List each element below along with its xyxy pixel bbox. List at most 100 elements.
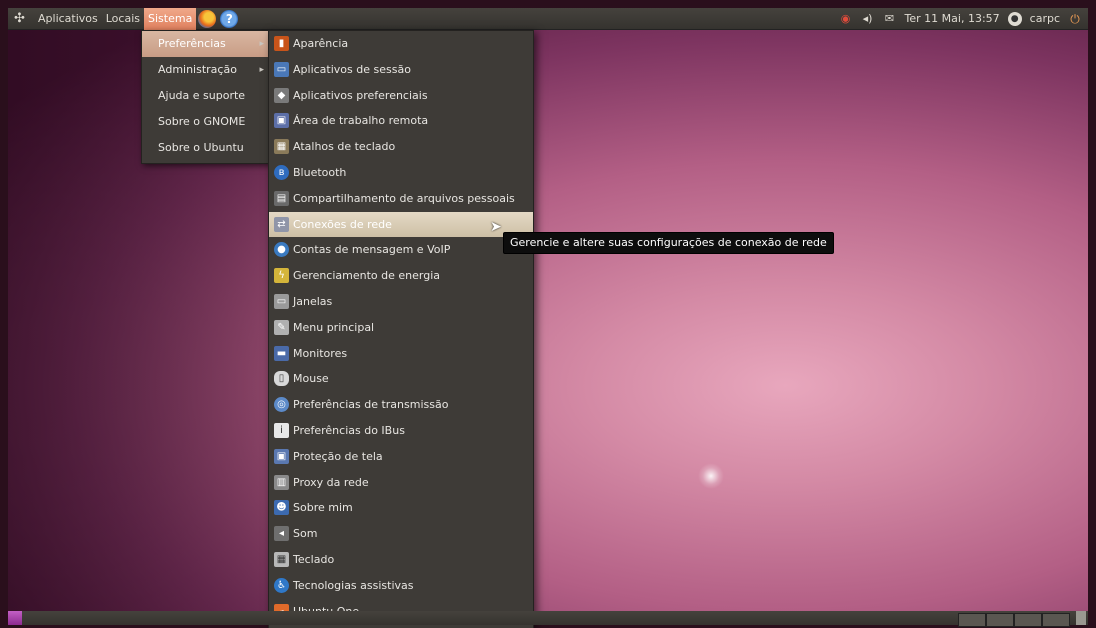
proxy-icon: ▥: [274, 474, 289, 490]
submenu-arrow-icon: ▸: [259, 39, 264, 49]
pref-item-contas-mensagem[interactable]: ● Contas de mensagem e VoIP: [269, 237, 533, 263]
mouse-pointer-icon: ➤: [490, 219, 502, 235]
preferred-apps-icon: ◆: [274, 87, 289, 103]
pref-item-som[interactable]: ◂ Som: [269, 521, 533, 547]
desktop-glow: [698, 463, 724, 489]
pref-item-bluetooth[interactable]: ʙ Bluetooth: [269, 160, 533, 186]
pref-item-sobre-mim[interactable]: ☻ Sobre mim: [269, 495, 533, 521]
messaging-icon: ●: [274, 242, 289, 258]
pref-item-label: Aparência: [293, 37, 349, 50]
clock[interactable]: Ter 11 Mai, 13:57: [905, 12, 1000, 25]
pref-item-label: Bluetooth: [293, 165, 347, 179]
pref-item-mouse[interactable]: ▯ Mouse: [269, 366, 533, 392]
menu-item-ajuda[interactable]: Ajuda e suporte: [142, 83, 270, 109]
menu-locais[interactable]: Locais: [102, 8, 144, 30]
accessibility-icon: ♿: [274, 577, 289, 593]
keyboard-shortcuts-icon: ▦: [274, 139, 289, 155]
firefox-icon[interactable]: [198, 9, 217, 28]
pref-item-teclado[interactable]: ▦ Teclado: [269, 547, 533, 573]
main-menu-icon: ✎: [274, 319, 289, 335]
pref-item-label: Janelas: [293, 294, 333, 308]
ubuntu-logo-icon: ✣: [14, 10, 25, 26]
session-icon: ▭: [274, 61, 289, 77]
pref-item-label: Proteção de tela: [293, 449, 383, 463]
menu-item-preferencias[interactable]: Preferências ▸: [142, 31, 270, 57]
menu-item-label: Administração: [158, 63, 237, 76]
pref-item-label: Proxy da rede: [293, 475, 369, 489]
menu-item-label: Sobre o Ubuntu: [158, 141, 244, 154]
transmission-icon: ◎: [274, 397, 289, 413]
menu-item-administracao[interactable]: Administração ▸: [142, 57, 270, 83]
keyboard-icon: ▦: [274, 551, 289, 567]
pref-item-label: Sobre mim: [293, 501, 353, 515]
bottom-panel: [8, 611, 1088, 627]
trash-icon[interactable]: [1076, 611, 1086, 625]
panel-left: ✣ Aplicativos Locais Sistema ?: [8, 7, 240, 30]
volume-icon[interactable]: ◂): [861, 12, 875, 26]
pref-item-label: Menu principal: [293, 320, 375, 334]
top-panel: ✣ Aplicativos Locais Sistema ? ◉ ◂) ✉ Te…: [8, 7, 1088, 30]
power-icon[interactable]: ⏻: [1068, 12, 1082, 26]
monitors-icon: ▬: [274, 345, 289, 361]
show-desktop-icon[interactable]: [8, 611, 22, 625]
pref-item-label: Mouse: [293, 372, 329, 386]
pref-item-janelas[interactable]: ▭ Janelas: [269, 289, 533, 315]
pref-item-label: Compartilhamento de arquivos pessoais: [293, 191, 515, 205]
about-me-icon: ☻: [274, 500, 289, 516]
remote-desktop-icon: ▣: [274, 113, 289, 129]
windows-icon: ▭: [274, 293, 289, 309]
network-icon[interactable]: ◉: [839, 12, 853, 26]
appearance-icon: ▮: [274, 36, 289, 51]
network-connections-icon: ⇄: [274, 216, 289, 232]
pref-item-proxy[interactable]: ▥ Proxy da rede: [269, 470, 533, 496]
submenu-arrow-icon: ▸: [259, 65, 264, 75]
pref-item-label: Gerenciamento de energia: [293, 269, 441, 283]
menu-item-sobre-gnome[interactable]: Sobre o GNOME: [142, 109, 270, 135]
tooltip: Gerencie e altere suas configurações de …: [503, 232, 834, 254]
pref-item-protecao-tela[interactable]: ▣ Proteção de tela: [269, 444, 533, 470]
menu-item-label: Preferências: [158, 37, 226, 50]
pref-item-label: Tecnologias assistivas: [293, 578, 414, 592]
sistema-menu: Preferências ▸ Administração ▸ Ajuda e s…: [141, 30, 271, 164]
pref-item-label: Área de trabalho remota: [293, 114, 429, 128]
mail-icon[interactable]: ✉: [883, 12, 897, 26]
user-icon[interactable]: ●: [1007, 11, 1022, 26]
pref-item-label: Aplicativos preferenciais: [293, 88, 428, 102]
pref-item-label: Teclado: [293, 552, 335, 566]
menu-sistema[interactable]: Sistema: [144, 7, 197, 30]
power-management-icon: ϟ: [274, 268, 289, 284]
panel-right: ◉ ◂) ✉ Ter 11 Mai, 13:57 ● carpc ⏻: [839, 8, 1088, 30]
mouse-icon: ▯: [274, 371, 289, 387]
file-sharing-icon: ▤: [274, 190, 289, 206]
sound-icon: ◂: [274, 526, 289, 542]
pref-item-transmissao[interactable]: ◎ Preferências de transmissão: [269, 392, 533, 418]
pref-item-label: Contas de mensagem e VoIP: [293, 243, 451, 257]
preferences-submenu: ▮ Aparência ▭ Aplicativos de sessão ◆ Aplic…: [268, 30, 534, 628]
menu-item-sobre-ubuntu[interactable]: Sobre o Ubuntu: [142, 135, 270, 161]
pref-item-aparencia[interactable]: ▮ Aparência: [269, 31, 533, 57]
help-icon[interactable]: ?: [220, 9, 239, 28]
pref-item-atalhos-teclado[interactable]: ▦ Atalhos de teclado: [269, 134, 533, 160]
pref-item-energia[interactable]: ϟ Gerenciamento de energia: [269, 263, 533, 289]
pref-item-ibus[interactable]: i Preferências do IBus: [269, 418, 533, 444]
pref-item-tecnologias-assistivas[interactable]: ♿ Tecnologias assistivas: [269, 573, 533, 599]
pref-item-menu-principal[interactable]: ✎ Menu principal: [269, 315, 533, 341]
pref-item-label: Atalhos de teclado: [293, 140, 396, 154]
bluetooth-icon: ʙ: [274, 164, 289, 180]
screensaver-icon: ▣: [274, 448, 289, 464]
menu-aplicativos[interactable]: Aplicativos: [34, 8, 102, 30]
pref-item-label: Preferências do IBus: [293, 423, 405, 437]
pref-item-label: Aplicativos de sessão: [293, 62, 411, 76]
pref-item-aplicativos-preferenciais[interactable]: ◆ Aplicativos preferenciais: [269, 83, 533, 109]
pref-item-area-remota[interactable]: ▣ Área de trabalho remota: [269, 108, 533, 134]
pref-item-compartilhamento[interactable]: ▤ Compartilhamento de arquivos pessoais: [269, 186, 533, 212]
user-name[interactable]: carpc: [1030, 12, 1060, 25]
pref-item-label: Preferências de transmissão: [293, 398, 449, 412]
pref-item-label: Monitores: [293, 346, 348, 360]
pref-item-monitores[interactable]: ▬ Monitores: [269, 341, 533, 367]
pref-item-label: Som: [293, 527, 318, 541]
menu-item-label: Ajuda e suporte: [158, 89, 246, 102]
pref-item-aplicativos-sessao[interactable]: ▭ Aplicativos de sessão: [269, 57, 533, 83]
ibus-icon: i: [274, 422, 289, 438]
menu-item-label: Sobre o GNOME: [158, 115, 246, 128]
